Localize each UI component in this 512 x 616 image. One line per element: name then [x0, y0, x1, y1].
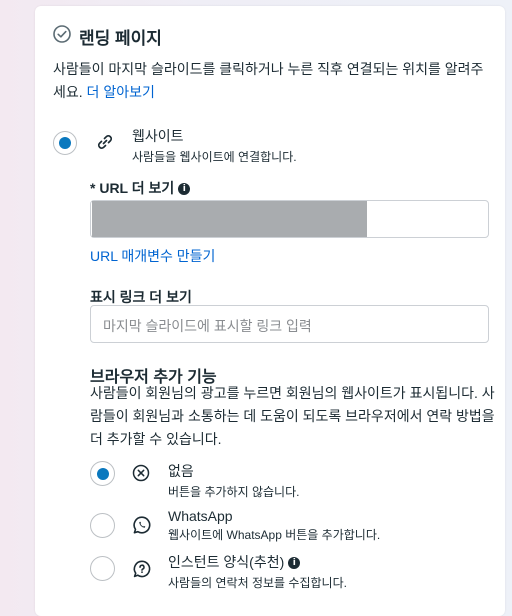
section-title: 랜딩 페이지: [79, 29, 162, 48]
whatsapp-radio[interactable]: [90, 513, 115, 538]
website-option-title: 웹사이트: [132, 128, 184, 144]
redacted-url-value: [92, 201, 367, 237]
url-input[interactable]: [90, 200, 489, 238]
browser-addons-description: 사람들이 회원님의 광고를 누르면 회원님의 웹사이트가 표시됩니다. 사람들이…: [90, 385, 495, 447]
none-option-subtitle: 버튼을 추가하지 않습니다.: [168, 485, 300, 499]
whatsapp-option-title: WhatsApp: [168, 508, 233, 524]
url-label: * URL 더 보기 i: [90, 178, 191, 198]
website-option[interactable]: 웹사이트 사람들을 웹사이트에 연결합니다.: [132, 126, 297, 165]
instant-form-title-text: 인스턴트 양식(추천): [168, 554, 285, 570]
display-link-label: 표시 링크 더 보기: [90, 289, 192, 305]
none-option[interactable]: 없음 버튼을 추가하지 않습니다.: [168, 461, 299, 500]
landing-page-card: 랜딩 페이지 사람들이 마지막 슬라이드를 클릭하거나 누른 직후 연결되는 위…: [35, 6, 505, 616]
none-option-title: 없음: [168, 463, 194, 479]
section-header: 랜딩 페이지: [53, 24, 162, 49]
none-radio[interactable]: [90, 461, 115, 486]
instant-form-option-subtitle: 사람들의 연락처 정보를 수집합니다.: [168, 576, 347, 590]
learn-more-link[interactable]: 더 알아보기: [87, 84, 155, 100]
display-link-input[interactable]: 마지막 슬라이드에 표시할 링크 입력: [90, 305, 489, 343]
instant-form-radio[interactable]: [90, 556, 115, 581]
whatsapp-option[interactable]: WhatsApp 웹사이트에 WhatsApp 버튼을 추가합니다.: [168, 508, 380, 543]
instant-form-option[interactable]: 인스턴트 양식(추천) i 사람들의 연락처 정보를 수집합니다.: [168, 552, 347, 591]
info-icon[interactable]: i: [288, 557, 301, 570]
whatsapp-option-subtitle: 웹사이트에 WhatsApp 버튼을 추가합니다.: [168, 528, 381, 542]
section-description: 사람들이 마지막 슬라이드를 클릭하거나 누른 직후 연결되는 위치를 알려주세…: [53, 58, 493, 104]
link-icon: [95, 132, 115, 157]
url-label-text: * URL 더 보기: [90, 180, 175, 196]
build-url-params-link[interactable]: URL 매개변수 만들기: [90, 246, 215, 266]
display-link-placeholder: 마지막 슬라이드에 표시할 링크 입력: [103, 318, 312, 334]
website-radio[interactable]: [53, 131, 77, 155]
check-circle-icon: [53, 25, 71, 48]
circle-x-icon: [132, 464, 150, 487]
whatsapp-icon: [132, 515, 152, 540]
website-option-subtitle: 사람들을 웹사이트에 연결합니다.: [132, 150, 297, 164]
chat-question-icon: [132, 559, 152, 584]
info-icon[interactable]: i: [178, 183, 191, 196]
instant-form-option-title: 인스턴트 양식(추천) i: [168, 552, 347, 572]
